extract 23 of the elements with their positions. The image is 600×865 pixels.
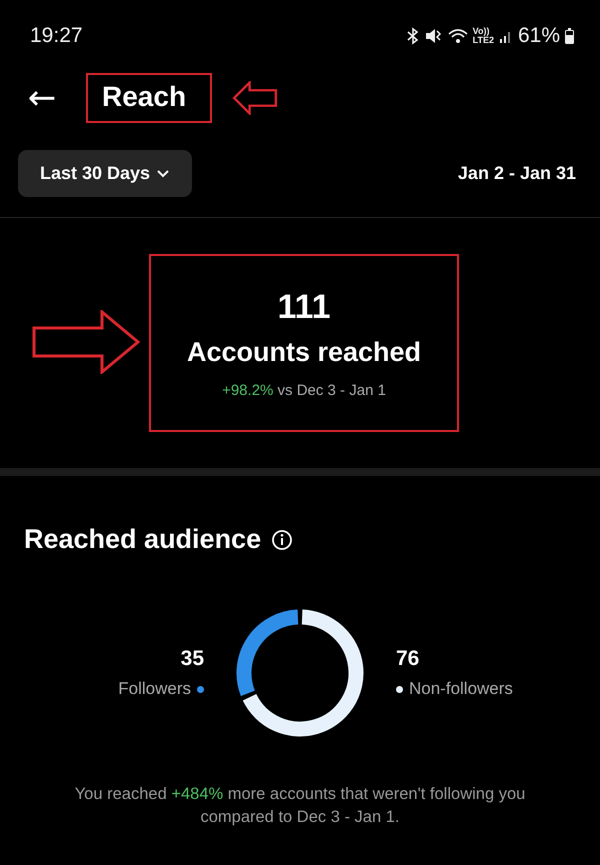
back-button[interactable]: ← — [22, 81, 62, 115]
network-label: LTE2 — [472, 36, 494, 45]
wifi-icon — [448, 28, 468, 44]
comparison-note: You reached +484% more accounts that weren't following you compared to Dec 3 - Jan 1. — [74, 784, 526, 828]
legend-value: 76 — [396, 647, 420, 671]
mute-icon — [424, 28, 443, 44]
chevron-icon — [156, 168, 170, 178]
legend-label: Non-followers — [409, 679, 513, 699]
info-icon[interactable] — [271, 528, 294, 550]
battery-icon — [565, 28, 574, 44]
battery-level: 61% — [518, 24, 560, 48]
date-range: Jan 2 - Jan 31 — [458, 163, 576, 184]
reach-label: Accounts reached — [186, 336, 422, 368]
legend-value: 35 — [180, 647, 204, 671]
reach-count: 111 — [278, 288, 330, 326]
bluetooth-icon — [406, 27, 420, 45]
date-range-dropdown[interactable]: Last 30 Days — [18, 150, 192, 197]
page-title: Reach — [102, 81, 186, 113]
change-text: +98.2% vs Dec 3 - Jan 1 — [222, 382, 386, 398]
section-title: Reached audience — [24, 524, 262, 555]
clock: 19:27 — [30, 24, 83, 48]
legend-label: Followers — [118, 679, 191, 699]
volte-label: Vo)) — [472, 27, 490, 36]
